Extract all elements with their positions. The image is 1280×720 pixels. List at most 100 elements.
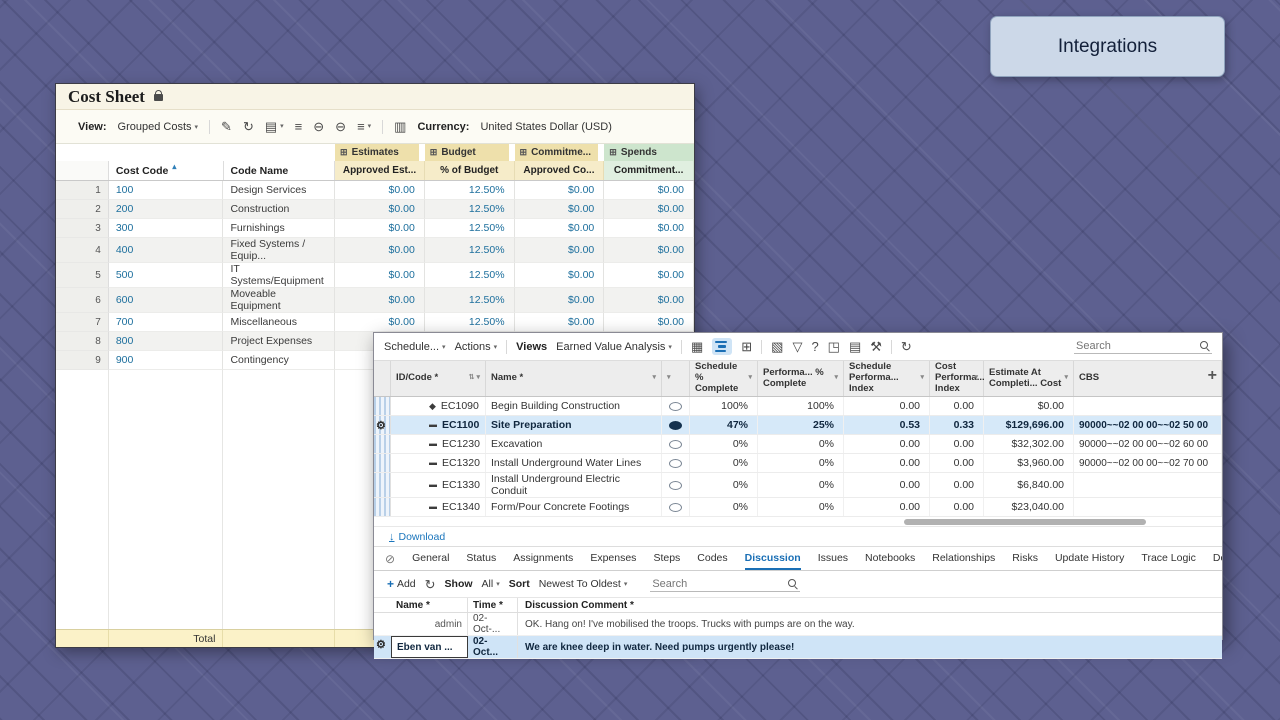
integrations-chip[interactable]: Integrations bbox=[990, 16, 1225, 77]
search-icon[interactable] bbox=[1200, 341, 1210, 351]
comment-cell[interactable] bbox=[662, 454, 690, 472]
refresh-icon[interactable]: ↻ bbox=[243, 120, 254, 133]
cost-code-cell[interactable]: 800 bbox=[109, 332, 224, 351]
group-estimates[interactable]: ⊞Estimates bbox=[335, 144, 419, 161]
cost-code-cell[interactable]: 300 bbox=[109, 219, 224, 238]
col-discussion-comment[interactable]: Discussion Comment * bbox=[518, 598, 1222, 612]
cost-sheet-row[interactable]: 6 600 Moveable Equipment $0.00 12.50% $0… bbox=[56, 288, 694, 313]
network-view-icon[interactable]: ⊞ bbox=[741, 340, 752, 353]
row-drag-handle[interactable] bbox=[374, 435, 391, 453]
cost-sheet-row[interactable]: 3 300 Furnishings $0.00 12.50% $0.00 $0.… bbox=[56, 219, 694, 238]
group-budget[interactable]: ⊞Budget bbox=[425, 144, 509, 161]
gear-icon[interactable]: ⚙ bbox=[376, 419, 386, 432]
comment-cell[interactable] bbox=[662, 416, 690, 434]
group-commitments[interactable]: ⊞Commitme... bbox=[515, 144, 599, 161]
scrollbar-thumb[interactable] bbox=[904, 519, 1146, 525]
col-time[interactable]: Time * bbox=[468, 598, 518, 612]
refresh-icon[interactable]: ↻ bbox=[425, 578, 436, 591]
group-spends[interactable]: ⊞Spends bbox=[604, 144, 694, 161]
activity-row[interactable]: ▬EC1230 Excavation 0% 0% 0.00 0.00 $32,3… bbox=[374, 435, 1222, 454]
tab-risks[interactable]: Risks bbox=[1012, 547, 1038, 571]
print-icon[interactable]: ▤▾ bbox=[265, 120, 284, 133]
slash-circle-icon[interactable]: ⊘ bbox=[385, 552, 395, 566]
cost-code-cell[interactable]: 400 bbox=[109, 238, 224, 263]
print-icon[interactable]: ▤ bbox=[849, 340, 861, 353]
tools-icon[interactable]: ⚒ bbox=[870, 340, 882, 353]
discussion-row-selected[interactable]: ⚙ Eben van ... 02-Oct... We are knee dee… bbox=[374, 636, 1222, 659]
refresh-icon[interactable]: ↻ bbox=[901, 340, 912, 353]
activity-row[interactable]: ▬EC1320 Install Underground Water Lines … bbox=[374, 454, 1222, 473]
row-drag-handle[interactable] bbox=[374, 498, 391, 516]
col-cost-code[interactable]: Cost Code▴ bbox=[109, 161, 224, 180]
activity-row[interactable]: ▬EC1330 Install Underground Electric Con… bbox=[374, 473, 1222, 498]
row-drag-handle[interactable]: ⚙ bbox=[374, 416, 391, 434]
cost-sheet-row[interactable]: 5 500 IT Systems/Equipment $0.00 12.50% … bbox=[56, 263, 694, 288]
col-eac[interactable]: Estimate At Completi... Cost▾ bbox=[984, 361, 1074, 396]
expand-icon[interactable]: ◳ bbox=[828, 340, 840, 353]
view-dropdown[interactable]: Grouped Costs ▾ bbox=[118, 121, 199, 133]
row-drag-handle[interactable] bbox=[374, 473, 391, 497]
actions-menu[interactable]: Actions▾ bbox=[455, 341, 498, 353]
tab-codes[interactable]: Codes bbox=[697, 547, 727, 571]
col-cbs[interactable]: CBS bbox=[1074, 361, 1222, 396]
col-comments[interactable]: ▾ bbox=[662, 361, 690, 396]
comment-author[interactable]: Eben van ... bbox=[391, 636, 468, 658]
discussion-row[interactable]: admin 02-Oct-... OK. Hang on! I've mobil… bbox=[374, 613, 1222, 636]
tab-general[interactable]: General bbox=[412, 547, 449, 571]
cost-sheet-row[interactable]: 7 700 Miscellaneous $0.00 12.50% $0.00 $… bbox=[56, 313, 694, 332]
col-performance-pct[interactable]: Performa... % Complete▾ bbox=[758, 361, 844, 396]
sort-order-dropdown[interactable]: Newest To Oldest▾ bbox=[539, 578, 628, 590]
download-icon[interactable]: ↓ bbox=[389, 531, 395, 543]
tab-issues[interactable]: Issues bbox=[818, 547, 848, 571]
cost-sheet-row[interactable]: 4 400 Fixed Systems / Equip... $0.00 12.… bbox=[56, 238, 694, 263]
activity-row[interactable]: ▬EC1340 Form/Pour Concrete Footings 0% 0… bbox=[374, 498, 1222, 517]
add-comment-button[interactable]: + Add bbox=[387, 577, 416, 591]
activity-row-selected[interactable]: ⚙ ▬EC1100 Site Preparation 47% 25% 0.53 … bbox=[374, 416, 1222, 435]
row-drag-handle[interactable] bbox=[374, 397, 391, 415]
tab-steps[interactable]: Steps bbox=[653, 547, 680, 571]
row-drag-handle[interactable] bbox=[374, 454, 391, 472]
col-name[interactable]: Name *▾ bbox=[486, 361, 662, 396]
col-code-name[interactable]: Code Name bbox=[224, 161, 336, 180]
tab-expenses[interactable]: Expenses bbox=[590, 547, 636, 571]
collapse-all-icon[interactable]: ⊖ bbox=[313, 120, 324, 133]
show-filter-dropdown[interactable]: All▾ bbox=[482, 578, 500, 590]
col-commitment-spends[interactable]: Commitment... bbox=[604, 161, 694, 180]
col-spi[interactable]: Schedule Performa... Index▾ bbox=[844, 361, 930, 396]
cost-sheet-row[interactable]: 1 100 Design Services $0.00 12.50% $0.00… bbox=[56, 181, 694, 200]
tab-update-history[interactable]: Update History bbox=[1055, 547, 1124, 571]
tab-assignments[interactable]: Assignments bbox=[513, 547, 573, 571]
resource-usage-icon[interactable]: ▧ bbox=[771, 340, 783, 353]
col-approved-commitments[interactable]: Approved Co... bbox=[515, 161, 605, 180]
cost-sheet-row[interactable]: 2 200 Construction $0.00 12.50% $0.00 $0… bbox=[56, 200, 694, 219]
cost-code-cell[interactable]: 900 bbox=[109, 351, 224, 370]
view-selector[interactable]: Earned Value Analysis▾ bbox=[556, 341, 672, 353]
search-icon[interactable] bbox=[788, 579, 798, 589]
tab-relationships[interactable]: Relationships bbox=[932, 547, 995, 571]
tab-trace-logic[interactable]: Trace Logic bbox=[1141, 547, 1195, 571]
comment-cell[interactable] bbox=[662, 435, 690, 453]
cost-code-cell[interactable]: 500 bbox=[109, 263, 224, 288]
comment-cell[interactable] bbox=[662, 397, 690, 415]
comment-cell[interactable] bbox=[662, 498, 690, 516]
schedule-menu[interactable]: Schedule...▾ bbox=[384, 341, 446, 353]
col-cpi[interactable]: Cost Performa... Index▾ bbox=[930, 361, 984, 396]
filter-icon[interactable]: ▽ bbox=[792, 340, 802, 353]
col-schedule-pct[interactable]: Schedule % Complete▾ bbox=[690, 361, 758, 396]
tab-discussion[interactable]: Discussion bbox=[745, 547, 801, 571]
export-rows-icon[interactable]: ≡ bbox=[295, 120, 303, 133]
cost-code-cell[interactable]: 100 bbox=[109, 181, 224, 200]
col-name[interactable]: Name * bbox=[391, 598, 468, 612]
tab-status[interactable]: Status bbox=[466, 547, 496, 571]
menu-icon[interactable]: ≡▾ bbox=[357, 120, 371, 133]
search-input[interactable] bbox=[1076, 340, 1194, 352]
search-input[interactable] bbox=[652, 578, 782, 590]
collapse-groups-icon[interactable]: ⊖ bbox=[335, 120, 346, 133]
col-id-code[interactable]: ID/Code *⇅▾ bbox=[391, 361, 486, 396]
cost-code-cell[interactable]: 600 bbox=[109, 288, 224, 313]
edit-icon[interactable]: ✎ bbox=[221, 120, 232, 133]
gear-icon[interactable]: ⚙ bbox=[376, 638, 386, 651]
table-view-icon[interactable]: ▦ bbox=[691, 340, 703, 353]
activity-row[interactable]: ◆EC1090 Begin Building Construction 100%… bbox=[374, 397, 1222, 416]
tab-notebooks[interactable]: Notebooks bbox=[865, 547, 915, 571]
